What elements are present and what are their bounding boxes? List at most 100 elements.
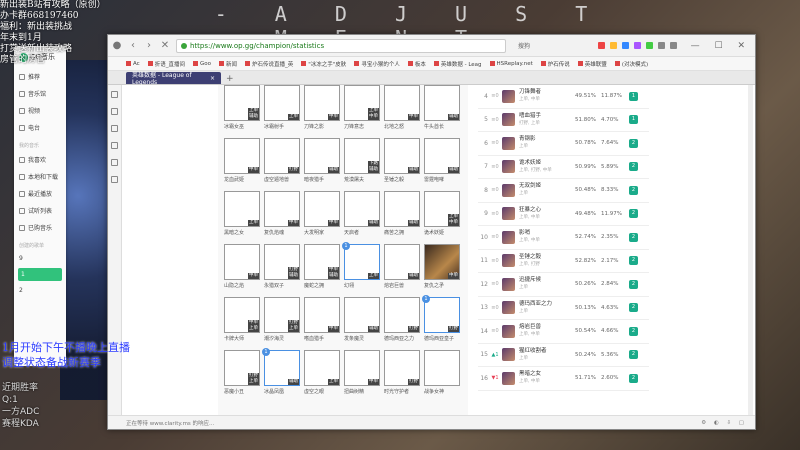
history-icon[interactable] (111, 142, 118, 149)
champion-portrait[interactable]: 辅助 (384, 191, 420, 227)
champion-name[interactable]: 青钢影 (519, 136, 575, 143)
table-row[interactable]: 15 ▲1 猩红收割者 上单 50.24% 5.36% 2 (478, 344, 649, 367)
champion-avatar[interactable] (502, 183, 515, 197)
champion-cell[interactable]: 辅助 发条魔灵 (344, 297, 380, 350)
forward-icon[interactable]: › (144, 40, 154, 51)
champion-portrait[interactable]: 上单 中单 (424, 191, 460, 227)
search-engine-label[interactable]: 搜狗 (518, 41, 530, 50)
bookmark-item[interactable]: (对决模式) (614, 60, 648, 68)
champion-cell[interactable]: 战争女神 (424, 350, 460, 403)
star-icon[interactable] (111, 125, 118, 132)
champion-portrait[interactable]: 辅助 (424, 138, 460, 174)
champion-avatar[interactable] (502, 254, 515, 268)
status-icons[interactable]: ⚙ ◐ ⇩ ▢ (701, 420, 747, 426)
champion-portrait[interactable]: 打野 (384, 297, 420, 333)
address-bar[interactable]: https://www.op.gg/champion/statistics (176, 38, 506, 53)
champion-name[interactable]: 影哨 (519, 230, 575, 237)
music-mine-like[interactable]: 我喜欢 (14, 151, 66, 168)
table-row[interactable]: 11 ≡0 圣锤之毅 上单, 打野 52.82% 2.17% 2 (478, 250, 649, 273)
champion-cell[interactable]: 打野 上单 潮汐海灵 (264, 297, 300, 350)
table-row[interactable]: 16 ▼1 黑暗之女 上单, 中单 51.71% 2.60% 2 (478, 367, 649, 391)
champion-cell[interactable]: 下路 辅助 荒漠屠夫 (344, 138, 380, 191)
window-controls[interactable]: — ☐ ✕ (691, 41, 751, 51)
champion-avatar[interactable] (502, 324, 515, 338)
bookmark-item[interactable]: 英雄联盟 (577, 60, 607, 68)
champion-portrait[interactable]: 中单 (344, 350, 380, 386)
bookmark-item[interactable]: 折语_直播间 (147, 60, 185, 68)
champion-portrait[interactable]: 中单 (304, 297, 340, 333)
champion-cell[interactable]: 辅助 痛苦之拥 (384, 191, 420, 244)
extension-icon[interactable] (621, 42, 629, 49)
extension-icon[interactable] (597, 42, 605, 49)
bookmark-item[interactable]: 英雄数据 - Leag (433, 60, 482, 68)
champion-name[interactable]: 狂暴之心 (519, 207, 575, 214)
bookmark-item[interactable]: 炉石传说直播_英 (244, 60, 293, 68)
champion-portrait[interactable]: 辅助 (384, 244, 420, 280)
extension-icon[interactable] (645, 42, 653, 49)
scrollbar[interactable] (748, 85, 753, 415)
champion-portrait[interactable]: 中单 (264, 191, 300, 227)
new-tab-button[interactable]: + (223, 74, 237, 84)
champion-cell[interactable]: 打野 上单 恶魔小丑 (224, 350, 260, 403)
champion-cell[interactable]: 打野 虚空遁地兽 (264, 138, 300, 191)
champion-portrait[interactable]: 辅助 1 (262, 348, 300, 386)
champion-avatar[interactable] (502, 371, 515, 385)
music-mine-purchased[interactable]: 已购音乐 (14, 219, 66, 236)
champion-portrait[interactable]: 中单 (304, 85, 340, 121)
champion-cell[interactable]: 辅助 圣锤之毅 (384, 138, 420, 191)
close-icon[interactable]: × (210, 75, 215, 82)
cart-icon[interactable] (111, 91, 118, 98)
note-icon[interactable] (111, 176, 118, 183)
stop-icon[interactable]: ✕ (160, 40, 170, 51)
music-nav-radio[interactable]: 电台 (14, 119, 66, 136)
settings-icon[interactable] (669, 42, 677, 49)
music-nav-video[interactable]: 视频 (14, 102, 66, 119)
champion-name[interactable]: 无双剑姬 (519, 183, 575, 190)
champion-portrait[interactable]: 辅助 (344, 297, 380, 333)
champion-portrait[interactable]: 中单 辅助 (304, 244, 340, 280)
champion-portrait[interactable]: 打野 (264, 138, 300, 174)
champion-portrait[interactable]: 中单 (224, 244, 260, 280)
tab-champion-stats[interactable]: 英雄数据 - League of Legends × (126, 72, 221, 86)
champion-portrait[interactable]: 上单 辅助 (224, 85, 260, 121)
champion-portrait[interactable]: 打野 上单 (224, 350, 260, 386)
table-row[interactable]: 9 ≡0 狂暴之心 上单, 中单 49.48% 11.97% 2 (478, 203, 649, 226)
champion-portrait[interactable]: 上单 (224, 191, 260, 227)
champion-avatar[interactable] (502, 277, 515, 291)
champion-cell[interactable]: 中单 北地之怒 (384, 85, 420, 138)
champion-name[interactable]: 迅捷斥候 (519, 277, 575, 284)
champion-cell[interactable]: 上单 冰霜射手 (264, 85, 300, 138)
playlist-item-active[interactable]: 1 (18, 268, 62, 281)
champion-cell[interactable]: 中单 复仇焰魂 (264, 191, 300, 244)
champion-portrait[interactable]: 上单 (304, 350, 340, 386)
champion-portrait[interactable]: 中单 (384, 85, 420, 121)
champion-cell[interactable]: 辅助 天启者 (344, 191, 380, 244)
extension-icon[interactable] (609, 42, 617, 49)
music-mine-recent[interactable]: 最近播放 (14, 185, 66, 202)
bookmark-item[interactable]: 新闻 (218, 60, 237, 68)
champion-name[interactable]: 诡术妖姬 (519, 160, 575, 167)
champion-cell[interactable]: 中单 龙血武姬 (224, 138, 260, 191)
download-icon[interactable] (657, 42, 665, 49)
champion-name[interactable]: 刀锋舞者 (519, 89, 575, 96)
bookmark-item[interactable]: 板本 (407, 60, 426, 68)
champion-portrait[interactable]: 辅助 (304, 138, 340, 174)
champion-cell[interactable]: 上单 中单 刀锋意志 (344, 85, 380, 138)
champion-avatar[interactable] (502, 160, 515, 174)
champion-portrait[interactable]: 辅助 (424, 85, 460, 121)
champion-portrait[interactable]: 中单 (304, 191, 340, 227)
music-nav-recommend[interactable]: 推荐 (14, 68, 66, 85)
champion-cell[interactable]: 中单 辅助 魔蛇之拥 (304, 244, 340, 297)
table-row[interactable]: 12 ≡0 迅捷斥候 上单 50.26% 2.84% 2 (478, 273, 649, 297)
champion-cell[interactable]: 中单 上单 卡牌大师 (224, 297, 260, 350)
champion-cell[interactable]: 中单 大发明家 (304, 191, 340, 244)
table-row[interactable]: 14 ≡0 熔岩巨兽 上单, 中单 50.54% 4.66% 2 (478, 320, 649, 344)
champion-cell[interactable]: 中单 嗜血猎手 (304, 297, 340, 350)
champion-portrait[interactable]: 中单 (424, 244, 460, 280)
champion-cell[interactable]: 打野 德玛西亚之力 (384, 297, 420, 350)
table-row[interactable]: 7 ≡0 诡术妖姬 上单, 打野, 中单 50.99% 5.89% 2 (478, 156, 649, 179)
champion-cell[interactable]: 打野 时光守护者 (384, 350, 420, 403)
chat-icon[interactable] (111, 159, 118, 166)
back-icon[interactable]: ‹ (128, 40, 138, 51)
bookmark-item[interactable]: 寻宝小猴的个人 (354, 60, 400, 68)
